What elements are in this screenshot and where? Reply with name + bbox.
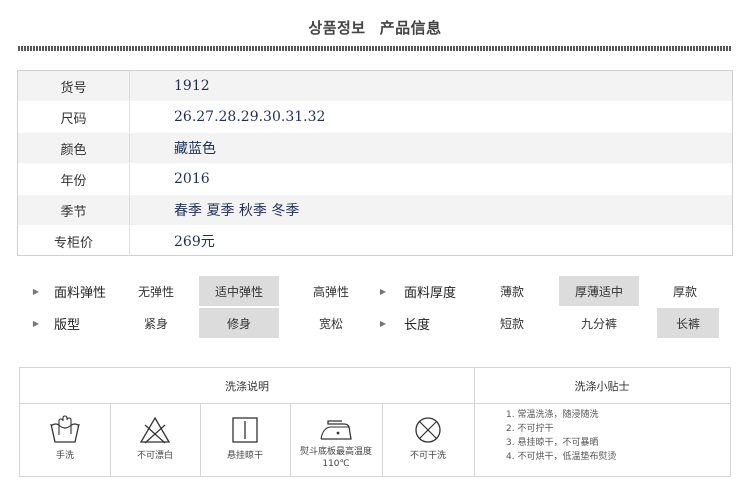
iron-icon [320,420,352,440]
care-caption: 不可漂白 [136,451,173,461]
option-high-elasticity: 高弹性 [312,284,349,299]
title-chinese: 产品信息 [379,19,442,37]
washing-instructions-title: 洗涤说明 [20,368,474,404]
option-medium-elasticity-selected: 适中弹性 [199,276,279,306]
option-slim-selected: 修身 [199,308,279,338]
care-item-hand-wash: 手洗 [20,404,110,477]
info-label: 货号 [18,71,130,101]
section-header: 상품정보 产品信息 [0,0,750,56]
info-row-color: 颜色 藏蓝色 [18,133,732,163]
triangle-right-icon: ▶ [379,286,387,296]
attribute-row-fabric: ▶ 面料弹性 无弹性 适中弹性 高弹性 ▶ 面料厚度 薄款 厚薄适中 厚款 [17,276,733,306]
care-item-no-dry-clean: 不可干洗 [382,404,474,477]
info-value: 1912 [174,78,210,94]
option-tight: 紧身 [143,316,168,331]
tip-item: 1. 常温洗涤，随浸随洗 [506,410,599,420]
header-divider [18,46,732,51]
option-no-elasticity: 无弹性 [137,284,174,299]
page-title: 상품정보 产品信息 [0,17,750,38]
tip-item: 2. 不可拧干 [506,424,554,434]
info-value: 春季 夏季 秋季 冬季 [174,203,300,219]
hand-wash-icon [50,415,80,443]
attr-label-elasticity: 面料弹性 [54,285,107,301]
no-bleach-icon [139,416,171,444]
hang-dry-icon [232,417,258,443]
option-short: 短款 [499,316,524,331]
triangle-right-icon: ▶ [32,286,40,296]
info-row-size: 尺码 26.27.28.29.30.31.32 [18,102,732,132]
care-caption: 手洗 [55,451,74,461]
option-full-length-selected: 长裤 [657,308,719,338]
info-value: 269元 [174,234,215,250]
washing-section: 洗涤说明 洗涤小贴士 手洗 不可漂白 悬挂晾干 熨斗底板最高温度110℃ 不可干… [19,367,731,477]
option-thin: 薄款 [499,284,524,299]
info-label: 颜色 [18,133,130,163]
info-label: 专柜价 [18,226,130,256]
option-cropped: 九分裤 [580,316,617,331]
option-loose: 宽松 [318,316,343,331]
info-value: 26.27.28.29.30.31.32 [174,109,326,125]
info-value: 藏蓝色 [174,141,216,157]
info-label: 季节 [18,195,130,225]
attr-label-length: 长度 [404,317,431,333]
option-thick: 厚款 [672,284,697,299]
divider [474,368,475,476]
care-caption: 熨斗底板最高温度110℃ [299,447,372,469]
title-korean: 상품정보 [308,19,366,37]
tip-item: 4. 不可烘干，低温垫布熨烫 [506,452,617,462]
triangle-right-icon: ▶ [379,318,387,328]
info-label: 尺码 [18,102,130,132]
attribute-row-fit: ▶ 版型 紧身 修身 宽松 ▶ 长度 短款 九分裤 长裤 [17,308,733,338]
attr-label-fit: 版型 [54,317,81,333]
care-item-iron: 熨斗底板最高温度110℃ [290,404,382,477]
info-row-season: 季节 春季 夏季 秋季 冬季 [18,195,732,225]
product-info-table: 货号 1912 尺码 26.27.28.29.30.31.32 颜色 藏蓝色 年… [17,70,733,256]
info-row-price: 专柜价 269元 [18,226,732,256]
care-item-no-bleach: 不可漂白 [110,404,200,477]
care-caption: 不可干洗 [409,451,446,461]
triangle-right-icon: ▶ [32,318,40,328]
care-caption: 悬挂晾干 [226,451,263,461]
washing-tips-list: 1. 常温洗涤，随浸随洗 2. 不可拧干 3. 悬挂晾干，不可暴晒 4. 不可烘… [506,408,726,464]
info-row-item-number: 货号 1912 [18,71,732,101]
info-row-year: 年份 2016 [18,164,732,194]
info-value: 2016 [174,171,210,187]
tip-item: 3. 悬挂晾干，不可暴晒 [506,438,599,448]
info-label: 年份 [18,164,130,194]
washing-tips-title: 洗涤小贴士 [474,368,730,404]
care-item-hang-dry: 悬挂晾干 [200,404,290,477]
attr-label-thickness: 面料厚度 [404,285,457,301]
no-dry-clean-icon [415,417,441,443]
option-medium-thickness-selected: 厚薄适中 [559,276,639,306]
